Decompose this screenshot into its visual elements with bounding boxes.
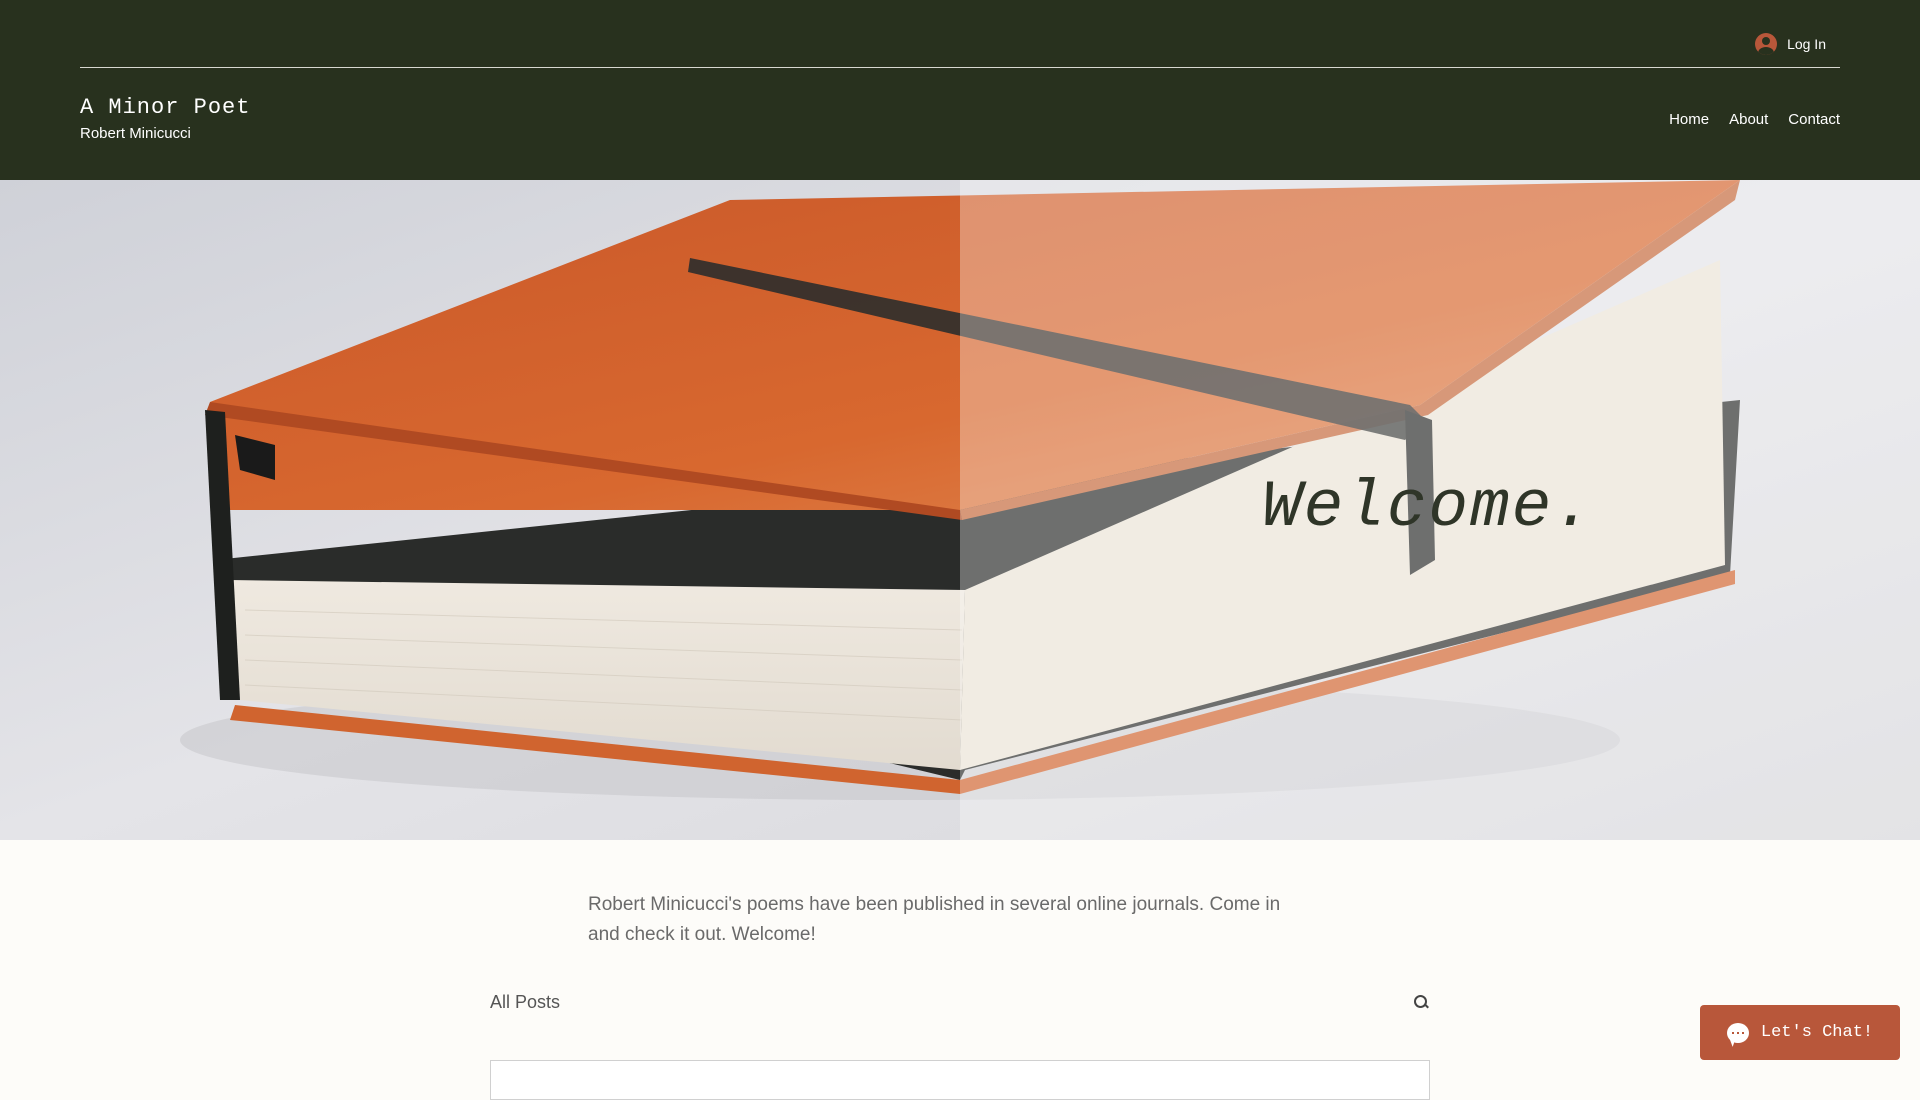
login-label: Log In (1787, 36, 1826, 52)
search-icon[interactable] (1412, 993, 1430, 1011)
all-posts-link[interactable]: All Posts (490, 992, 560, 1013)
user-avatar-icon (1755, 33, 1778, 55)
chat-bubble-icon (1726, 1022, 1749, 1043)
nav-home[interactable]: Home (1669, 111, 1709, 128)
post-card[interactable] (490, 1060, 1430, 1100)
site-title[interactable]: A Minor Poet (80, 95, 250, 120)
login-button[interactable]: Log In (1755, 33, 1826, 55)
site-header: Log In A Minor Poet Robert Minicucci Hom… (0, 0, 1920, 180)
blog-toolbar: All Posts (490, 990, 1430, 1014)
hero-banner: Welcome. (0, 180, 1920, 840)
site-subtitle: Robert Minicucci (80, 125, 191, 142)
chat-button[interactable]: Let's Chat! (1700, 1005, 1900, 1060)
nav-contact[interactable]: Contact (1788, 111, 1840, 128)
main-nav: Home About Contact (1669, 111, 1840, 128)
hero-headline: Welcome. (1262, 470, 1595, 545)
nav-about[interactable]: About (1729, 111, 1768, 128)
header-divider (80, 67, 1840, 68)
intro-text: Robert Minicucci's poems have been publi… (588, 894, 1281, 945)
chat-label: Let's Chat! (1760, 1023, 1874, 1042)
